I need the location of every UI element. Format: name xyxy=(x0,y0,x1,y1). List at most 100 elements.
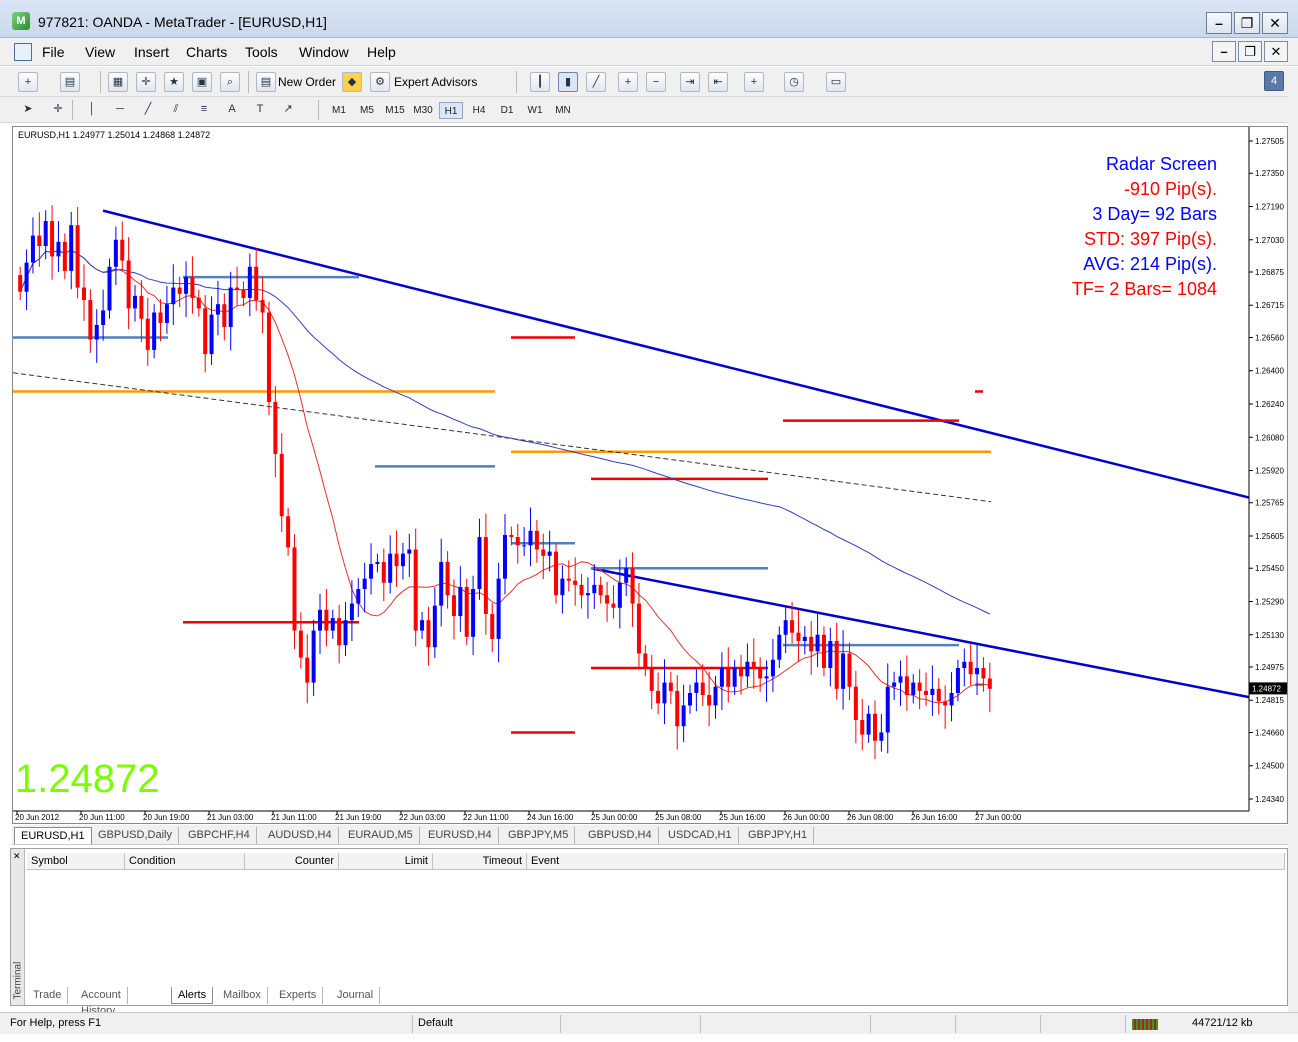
candle xyxy=(56,221,61,273)
market-watch-icon[interactable]: ▦ xyxy=(108,72,128,92)
column-condition[interactable]: Condition xyxy=(125,853,245,870)
timeframe-mn[interactable]: MN xyxy=(551,102,575,119)
arrows-icon[interactable]: ↗ xyxy=(278,100,298,120)
auto-scroll-icon[interactable]: ⇥ xyxy=(680,72,700,92)
chart-shift-icon[interactable]: ⇤ xyxy=(708,72,728,92)
restore-button[interactable]: ❐ xyxy=(1234,12,1260,34)
chart-tab[interactable]: GBPUSD,Daily xyxy=(92,827,179,844)
expert-advisors-icon[interactable]: ⚙ xyxy=(370,72,390,92)
crosshair-icon[interactable]: ✛ xyxy=(48,100,68,120)
vertical-line-icon[interactable]: │ xyxy=(82,100,102,120)
messages-badge[interactable]: 4 xyxy=(1264,71,1284,91)
candle xyxy=(617,559,622,629)
periods-clock-icon[interactable]: ◷ xyxy=(784,72,804,92)
new-chart-icon[interactable]: + xyxy=(18,72,38,92)
radar-panel-line: AVG: 214 Pip(s). xyxy=(1083,254,1217,274)
candle xyxy=(279,433,284,533)
text-label-icon[interactable]: T xyxy=(250,100,270,120)
candle xyxy=(936,678,941,715)
strategy-tester-icon[interactable]: ⌕ xyxy=(220,72,240,92)
indicators-icon[interactable]: + xyxy=(744,72,764,92)
bar-chart-icon[interactable]: ┃ xyxy=(530,72,550,92)
navigator-icon[interactable]: ★ xyxy=(164,72,184,92)
terminal-icon[interactable]: ▣ xyxy=(192,72,212,92)
timeframe-m30[interactable]: M30 xyxy=(410,102,436,119)
templates-icon[interactable]: ▭ xyxy=(826,72,846,92)
y-tick-label: 1.25290 xyxy=(1255,597,1284,606)
candlestick-icon[interactable]: ▮ xyxy=(558,72,578,92)
timeframe-m1[interactable]: M1 xyxy=(327,102,351,119)
timeframe-w1[interactable]: W1 xyxy=(523,102,547,119)
candle xyxy=(139,280,144,343)
terminal-tab[interactable]: Trade xyxy=(27,987,69,1004)
terminal-tab[interactable]: Account History xyxy=(75,987,128,1017)
chart-restore-button[interactable]: ❐ xyxy=(1238,41,1262,62)
candle xyxy=(337,604,342,664)
menu-file[interactable]: File xyxy=(42,44,65,60)
terminal-tab[interactable]: Mailbox xyxy=(217,987,268,1004)
timeframe-m5[interactable]: M5 xyxy=(355,102,379,119)
trendline-icon[interactable]: ╱ xyxy=(138,100,158,120)
chart-tab[interactable]: USDCAD,H1 xyxy=(662,827,739,844)
data-window-icon[interactable]: ✛ xyxy=(136,72,156,92)
candle xyxy=(694,669,699,712)
status-profile[interactable]: Default xyxy=(418,1017,453,1029)
candle xyxy=(107,258,112,319)
candle xyxy=(751,638,756,689)
chart-tab[interactable]: GBPJPY,M5 xyxy=(502,827,576,844)
close-icon[interactable]: ✕ xyxy=(13,851,21,862)
candle xyxy=(834,622,839,700)
candle xyxy=(196,289,201,317)
chart-tab[interactable]: GBPUSD,H4 xyxy=(582,827,659,844)
terminal-tab[interactable]: Experts xyxy=(273,987,324,1004)
chart-tab[interactable]: AUDUSD,H4 xyxy=(262,827,339,844)
terminal-tab[interactable]: Journal xyxy=(331,987,381,1004)
profiles-icon[interactable]: ▤ xyxy=(60,72,80,92)
new-order-button[interactable]: New Order xyxy=(278,75,336,89)
terminal-tab[interactable]: Alerts xyxy=(171,987,214,1004)
timeframe-m15[interactable]: M15 xyxy=(382,102,408,119)
chart-tab[interactable]: EURUSD,H1 xyxy=(14,827,92,844)
candle xyxy=(515,523,520,564)
column-event[interactable]: Event xyxy=(527,853,1285,870)
horizontal-line-icon[interactable]: ─ xyxy=(110,100,130,120)
menu-view[interactable]: View xyxy=(85,44,115,60)
menu-window[interactable]: Window xyxy=(299,44,349,60)
cursor-icon[interactable]: ➤ xyxy=(18,100,38,120)
new-order-icon[interactable]: ▤ xyxy=(256,72,276,92)
text-icon[interactable]: A xyxy=(222,100,242,120)
chart-tab[interactable]: GBPCHF,H4 xyxy=(182,827,257,844)
chart-tab[interactable]: GBPJPY,H1 xyxy=(742,827,815,844)
chart-window[interactable]: 1.27505 1.27350 1.27190 1.27030 1.26875 1.267… xyxy=(12,126,1288,824)
timeframe-h4[interactable]: H4 xyxy=(467,102,491,119)
column-symbol[interactable]: Symbol xyxy=(27,853,125,870)
candle xyxy=(930,665,935,716)
close-button[interactable]: ✕ xyxy=(1262,12,1288,34)
chart-close-button[interactable]: ✕ xyxy=(1264,41,1288,62)
chart-minimize-button[interactable]: – xyxy=(1212,41,1236,62)
candle xyxy=(796,609,801,662)
column-limit[interactable]: Limit xyxy=(339,853,433,870)
column-counter[interactable]: Counter xyxy=(245,853,339,870)
chart-tab[interactable]: EURUSD,H4 xyxy=(422,827,499,844)
fibonacci-icon[interactable]: ≡ xyxy=(194,100,214,120)
candle xyxy=(534,519,539,563)
menu-help[interactable]: Help xyxy=(367,44,396,60)
expert-advisors-button[interactable]: Expert Advisors xyxy=(394,75,477,89)
menu-charts[interactable]: Charts xyxy=(186,44,227,60)
zoom-in-icon[interactable]: + xyxy=(618,72,638,92)
minimize-button[interactable]: – xyxy=(1206,12,1232,34)
price-chart[interactable]: 1.27505 1.27350 1.27190 1.27030 1.26875 1.267… xyxy=(13,127,1287,823)
timeframe-d1[interactable]: D1 xyxy=(495,102,519,119)
zoom-out-icon[interactable]: − xyxy=(646,72,666,92)
menu-insert[interactable]: Insert xyxy=(134,44,169,60)
line-chart-icon[interactable]: ╱ xyxy=(586,72,606,92)
column-timeout[interactable]: Timeout xyxy=(433,853,527,870)
document-icon[interactable] xyxy=(14,43,32,61)
menu-tools[interactable]: Tools xyxy=(245,44,278,60)
meta-editor-icon[interactable]: ◆ xyxy=(342,72,362,92)
timeframe-h1[interactable]: H1 xyxy=(439,102,463,119)
channel-icon[interactable]: ⫽ xyxy=(166,100,186,120)
candle xyxy=(700,664,705,706)
chart-tab[interactable]: EURAUD,M5 xyxy=(342,827,420,844)
